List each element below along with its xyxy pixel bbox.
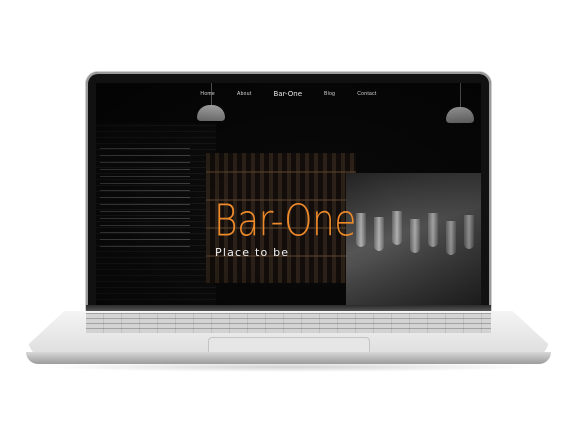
laptop-mockup: Home About Bar-One Blog Contact Bar-One … [0,0,577,433]
laptop-keyboard [86,313,491,333]
background-vignette [96,83,481,305]
nav-link-blog[interactable]: Blog [324,91,335,97]
top-navigation: Home About Bar-One Blog Contact [96,88,481,100]
nav-link-about[interactable]: About [237,91,252,97]
nav-link-contact[interactable]: Contact [357,91,376,97]
nav-brand-logo[interactable]: Bar-One [274,90,303,98]
hero-title: Bar-One [214,196,356,247]
nav-link-home[interactable]: Home [200,91,215,97]
laptop-base-edge [26,352,551,364]
hero-subtitle: Place to be [215,246,290,259]
laptop-screen: Home About Bar-One Blog Contact Bar-One … [96,83,481,305]
laptop-hinge [86,305,491,311]
